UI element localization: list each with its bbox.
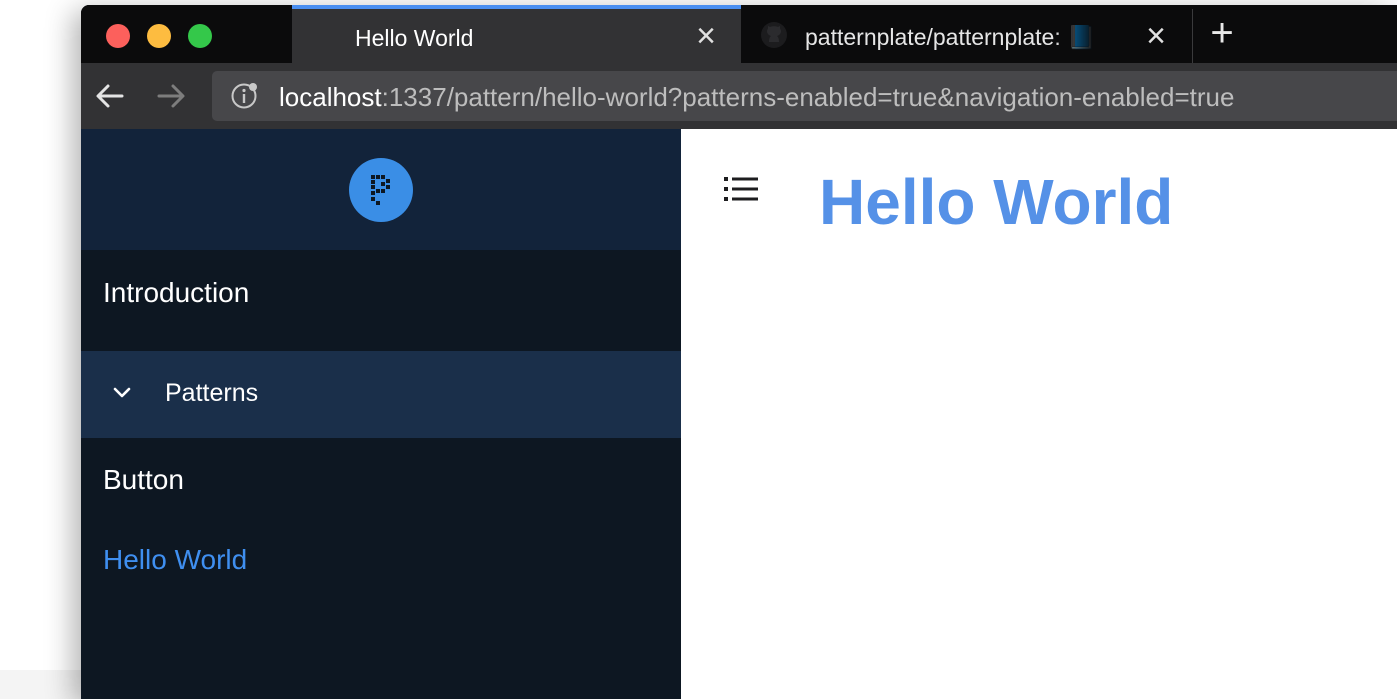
close-icon[interactable]: × bbox=[1143, 19, 1169, 53]
window-close-button[interactable] bbox=[106, 24, 130, 48]
arrow-left-icon[interactable] bbox=[92, 78, 128, 114]
tab-title: Hello World bbox=[355, 25, 474, 51]
page-title: Hello World bbox=[819, 166, 1174, 238]
window-zoom-button[interactable] bbox=[188, 24, 212, 48]
browser-window: Hello World × patternplate/patternplate:… bbox=[81, 5, 1397, 699]
list-icon[interactable] bbox=[724, 176, 758, 202]
close-icon[interactable]: × bbox=[693, 19, 719, 53]
chevron-down-icon bbox=[111, 382, 133, 404]
sidebar-item-label: Patterns bbox=[165, 379, 259, 407]
patternplate-logo-icon[interactable] bbox=[349, 158, 413, 222]
sidebar-header bbox=[81, 129, 681, 250]
desktop-backdrop bbox=[0, 670, 81, 699]
tab-patternplate-github[interactable]: patternplate/patternplate: 📘 Doc × bbox=[742, 5, 1192, 63]
sidebar-item-label: Introduction bbox=[103, 277, 250, 308]
github-icon bbox=[761, 22, 787, 48]
tab-separator bbox=[1192, 9, 1193, 63]
info-icon[interactable] bbox=[230, 82, 258, 110]
tab-hello-world[interactable]: Hello World × bbox=[292, 5, 741, 63]
window-minimize-button[interactable] bbox=[147, 24, 171, 48]
url-path: :1337/pattern/hello-world?patterns-enabl… bbox=[381, 82, 1235, 112]
sidebar-item-introduction[interactable]: Introduction bbox=[81, 250, 681, 351]
sidebar-item-button[interactable]: Button bbox=[103, 464, 184, 496]
tab-bar: Hello World × patternplate/patternplate:… bbox=[81, 5, 1397, 63]
tab-title: patternplate/patternplate: 📘 Doc bbox=[805, 24, 1095, 50]
arrow-right-icon[interactable] bbox=[153, 78, 189, 114]
plus-icon[interactable]: + bbox=[1206, 13, 1238, 53]
browser-toolbar: localhost:1337/pattern/hello-world?patte… bbox=[81, 63, 1397, 131]
sidebar-folder-patterns[interactable]: Patterns bbox=[81, 351, 681, 438]
url-text: localhost:1337/pattern/hello-world?patte… bbox=[279, 82, 1234, 113]
address-bar[interactable]: localhost:1337/pattern/hello-world?patte… bbox=[212, 71, 1397, 121]
sidebar-navigation: Introduction Patterns Button Hello World bbox=[81, 129, 681, 699]
sidebar-item-hello-world[interactable]: Hello World bbox=[103, 544, 247, 576]
url-host: localhost bbox=[279, 82, 382, 112]
main-content: Hello World bbox=[681, 129, 1397, 699]
